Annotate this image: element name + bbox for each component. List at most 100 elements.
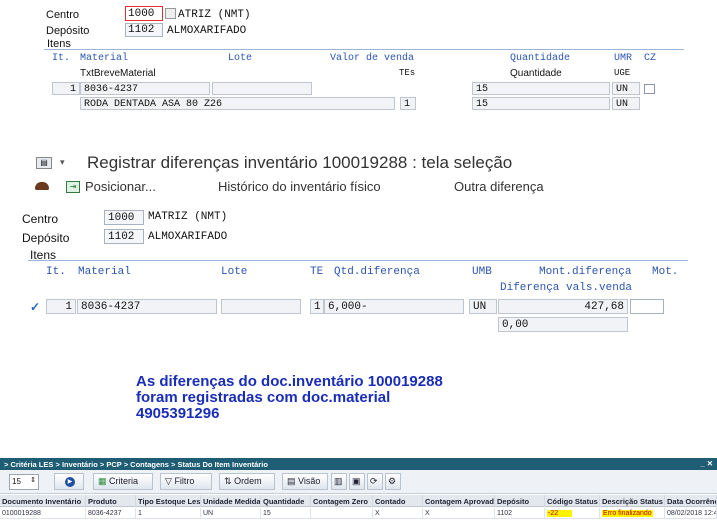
message-line-1: As diferenças do doc.inventário 10001928… [136,373,443,390]
col-umb: UMB [472,266,492,278]
menu-icon[interactable]: ▤ [36,157,52,169]
dropdown-icon[interactable]: ▾ [60,157,65,168]
cell-unidade-medida: UN [201,508,261,519]
settings-button[interactable]: ⚙ [385,473,401,490]
col-it: It. [52,53,71,64]
itens-header: Itens [44,38,684,50]
deposito-input[interactable]: 1102 [125,23,163,37]
subrow-um: UN [612,97,640,110]
refresh-button[interactable]: ⟳ [367,473,383,490]
matchcode-icon[interactable] [165,8,176,19]
page-size-value: 15 [12,477,21,486]
col-qtd-diferenca: Qtd.diferença [334,266,420,278]
export-button[interactable]: ▥ [331,473,347,490]
criteria-icon: ▦ [98,476,107,486]
filter-icon: ▽ [165,476,172,486]
col-codigo-status[interactable]: Código Status [545,495,600,507]
row-lote[interactable] [212,82,312,95]
col-data-ocorrencia[interactable]: Data Ocorrência [665,495,717,507]
save-button[interactable]: ▣ [349,473,365,490]
ordem-label: Ordem [234,476,262,486]
col-te: TE [310,266,324,278]
cell-produto: 8036-4237 [86,508,136,519]
col-material: Material [80,53,129,64]
grid-header: Documento Inventário Produto Tipo Estoqu… [0,495,717,507]
cell-contagem-zero [311,508,373,519]
spinner-icon[interactable]: ⇕ [30,476,36,484]
col-documento-inventario[interactable]: Documento Inventário [0,495,86,507]
subrow-description: RODA DENTADA ASA 80 Z26 [80,97,395,110]
toolbar: 15 ⇕ ▶ ▦ Criteria ▽ Filtro ⇅ Ordem ▤ Vis… [0,470,717,494]
export-icon: ▥ [334,476,343,486]
cell-contagem-aprovada: X [423,508,495,519]
play-icon: ▶ [65,477,75,487]
criteria-button[interactable]: ▦ Criteria [93,473,153,490]
posicionar-button[interactable]: Posicionar... [85,179,156,194]
deposito-label: Depósito [22,231,70,245]
row-mot-input[interactable] [630,299,664,314]
view-icon: ▤ [287,476,296,486]
save-icon: ▣ [352,476,361,486]
col-lote: Lote [228,53,253,64]
outra-diferenca-button[interactable]: Outra diferença [454,179,544,194]
ordem-button[interactable]: ⇅ Ordem [219,473,275,490]
visao-button[interactable]: ▤ Visão [282,473,328,490]
row-qtd-diferenca[interactable]: 6,000- [324,299,464,314]
hat-icon[interactable] [35,182,49,190]
table-row[interactable]: 0100019288 8036-4237 1 UN 15 X X 1102 -2… [0,508,717,519]
col-contado[interactable]: Contado [373,495,423,507]
col-it: It. [46,266,66,278]
cell-descricao-status: Erro finalizando [600,508,665,519]
row-mont-diferenca[interactable]: 427,68 [498,299,628,314]
row-lote[interactable] [221,299,301,314]
col-diferenca-vals-venda: Diferença vals.venda [500,282,633,294]
sub-col-uge: UGE [614,68,631,78]
deposito-label: Depósito [46,25,90,37]
run-button[interactable]: ▶ [54,473,84,490]
col-valor-venda: Valor de venda [330,53,415,64]
message-line-2: foram registradas com doc.material [136,389,391,406]
col-tipo-estoque[interactable]: Tipo Estoque Les [136,495,201,507]
page-size-select[interactable]: 15 ⇕ [9,474,39,490]
cell-quantidade: 15 [261,508,311,519]
col-deposito[interactable]: Depósito [495,495,545,507]
col-contagem-zero[interactable]: Contagem Zero [311,495,373,507]
breadcrumb: > Critéria LES > Inventário > PCP > Cont… [4,460,268,469]
row-material[interactable]: 8036-4237 [77,299,217,314]
message-line-3: 4905391296 [136,405,220,422]
result-message: As diferenças do doc.inventário 10001928… [136,374,576,422]
window-controls[interactable]: _ ✕ [700,459,713,468]
col-descricao-status[interactable]: Descrição Status [600,495,665,507]
row-um: UN [612,82,640,95]
position-icon[interactable]: ⇥ [66,181,80,193]
row-it: 1 [46,299,76,314]
mid-panel: ▤ ▾ Registrar diferenças inventário 1000… [22,152,688,338]
col-produto[interactable]: Produto [86,495,136,507]
col-contagem-aprovada[interactable]: Contagem Aprovada [423,495,495,507]
centro-input[interactable]: 1000 [104,210,144,225]
row-quantidade[interactable]: 15 [472,82,610,95]
centro-input[interactable]: 1000 [125,6,163,21]
row-cz-checkbox[interactable] [644,84,655,94]
centro-description: ATRIZ (NMT) [178,9,251,21]
cell-codigo-status: -22 [545,508,600,519]
row-select-checkbox[interactable]: ✓ [30,301,40,313]
deposito-description: ALMOXARIFADO [148,231,228,243]
filtro-button[interactable]: ▽ Filtro [160,473,212,490]
sub-col-txtbreve: TxtBreveMaterial [80,68,156,79]
historico-button[interactable]: Histórico do inventário físico [218,179,381,194]
deposito-input[interactable]: 1102 [104,229,144,244]
settings-icon: ⚙ [388,476,397,486]
col-quantidade[interactable]: Quantidade [261,495,311,507]
itens-label: Itens [30,248,57,262]
row-material[interactable]: 8036-4237 [80,82,210,95]
itens-label: Itens [47,38,71,50]
bottom-panel: > Critéria LES > Inventário > PCP > Cont… [0,458,717,530]
cell-deposito: 1102 [495,508,545,519]
cell-data-ocorrencia: 08/02/2018 12:4 [667,508,717,519]
subrow-quantidade: 15 [472,97,610,110]
deposito-description: ALMOXARIFADO [167,25,247,37]
col-quantidade: Quantidade [510,53,571,64]
row-te: 1 [310,299,324,314]
col-unidade-medida[interactable]: Unidade Medida [201,495,261,507]
